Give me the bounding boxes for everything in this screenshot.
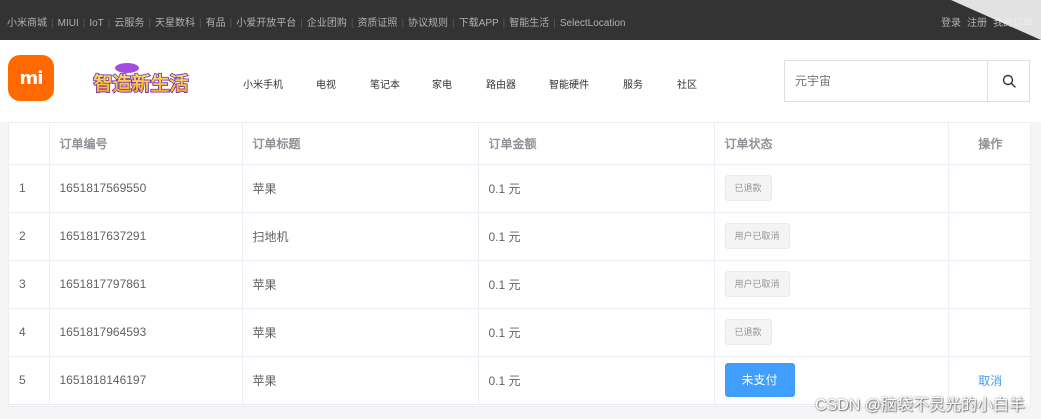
table-row: 2 1651817637291 扫地机 0.1 元用户已取消 [9,212,1030,261]
watermark: CSDN @脑袋不灵光的小白羊 [814,397,1025,414]
top-bar-link[interactable]: 智能生活 [509,14,549,29]
top-bar-link[interactable]: 天星数科 [155,14,195,29]
order-amount: 0.1 元 [478,308,715,357]
top-bar-separator: | [452,18,455,29]
top-bar-separator: | [107,18,111,29]
row-index: 2 [9,212,50,261]
search-box [784,60,1030,102]
nav-item[interactable]: 社区 [677,76,697,91]
page-curl-decoration [951,0,1041,40]
top-bar-link[interactable]: 有品 [206,14,226,29]
status-badge: 用户已取消 [724,271,790,297]
top-bar: 小米商城 | MIUI | IoT | 云服务 | 天星数科 | 有品 | 小爱开放平台 | 企业团购 | 资质… [0,0,1041,40]
order-action-cell [948,212,1030,261]
top-bar-separator: | [553,18,556,29]
search-button[interactable] [987,61,1029,101]
row-index: 5 [9,356,50,405]
top-bar-link[interactable]: 小爱开放平台 [236,14,296,29]
order-number: 1651818146197 [49,356,243,405]
pay-button[interactable]: 未支付 [724,363,795,397]
top-bar-link[interactable]: SelectLocation [560,18,626,29]
top-bar-link[interactable]: IoT [89,18,103,29]
mi-logo[interactable]: mi [8,55,54,101]
promo-banner-text: 智造新生活 [93,72,188,95]
order-status-cell: 用户已取消 [714,260,949,309]
top-bar-separator: | [401,18,405,29]
col-header-title: 订单标题 [242,123,479,165]
status-badge: 已退款 [724,175,772,201]
promo-banner-logo[interactable]: 智造新生活 [93,60,189,100]
status-badge: 已退款 [724,319,772,345]
nav-item[interactable]: 服务 [623,76,643,91]
order-title: 苹果 [242,260,479,309]
order-status-cell: 用户已取消 [714,212,949,261]
top-bar-separator: | [300,18,303,29]
top-bar-separator: | [148,18,151,29]
top-bar-link[interactable]: 小米商城 [7,14,47,29]
top-bar-link[interactable]: 协议规则 [408,14,448,29]
table-header-row: 订单编号 订单标题 订单金额 订单状态 操作 [9,123,1030,165]
order-title: 扫地机 [242,212,479,261]
col-header-amount: 订单金额 [478,123,715,165]
order-status-cell: 已退款 [714,164,949,213]
order-amount: 0.1 元 [478,260,715,309]
status-badge: 用户已取消 [724,223,790,249]
orders-table-container: 订单编号 订单标题 订单金额 订单状态 操作 1 1651817569550 苹果 0… [8,122,1031,407]
top-bar-link[interactable]: 资质证照 [357,14,397,29]
order-amount: 0.1 元 [478,164,715,213]
col-header-action: 操作 [948,123,1030,165]
top-bar-link[interactable]: MIUI [58,18,79,29]
nav-item[interactable]: 路由器 [486,76,516,91]
top-bar-separator: | [82,18,86,29]
top-bar-link[interactable]: 下载APP [459,14,499,29]
nav-item[interactable]: 电视 [316,76,336,91]
top-bar-link[interactable]: 企业团购 [307,14,347,29]
nav-item[interactable]: 笔记本 [370,76,400,91]
search-icon [1002,74,1016,88]
row-index: 4 [9,308,50,357]
top-bar-separator: | [199,18,202,29]
order-action-cell [948,260,1030,309]
row-index: 1 [9,164,50,213]
order-action-cell [948,164,1030,213]
cancel-order-link[interactable]: 取消 [978,374,1002,388]
order-number: 1651817637291 [49,212,243,261]
orders-table: 订单编号 订单标题 订单金额 订单状态 操作 1 1651817569550 苹果 0… [9,123,1030,405]
top-bar-links: 小米商城 | MIUI | IoT | 云服务 | 天星数科 | 有品 | 小爱开放平台 | 企业团购 | 资质… [7,14,626,29]
nav-item[interactable]: 智能硬件 [549,76,589,91]
order-action-cell [948,308,1030,357]
order-number: 1651817964593 [49,308,243,357]
order-status-cell: 已退款 [714,308,949,357]
top-bar-separator: | [502,18,506,29]
nav-item[interactable]: 家电 [432,76,452,91]
table-row: 3 1651817797861 苹果 0.1 元用户已取消 [9,260,1030,309]
row-index: 3 [9,260,50,309]
nav-item[interactable]: 小米手机 [243,76,283,91]
site-header: mi 智造新生活 小米手机 电视 笔记本 家电 路由器 智能硬件 服务 社区 [0,40,1041,122]
search-input[interactable] [785,61,989,101]
order-title: 苹果 [242,164,479,213]
order-title: 苹果 [242,356,479,405]
order-number: 1651817797861 [49,260,243,309]
col-header-index [9,123,50,165]
order-amount: 0.1 元 [478,212,715,261]
top-bar-separator: | [51,18,54,29]
mi-logo-text: mi [19,67,44,89]
col-header-status: 订单状态 [714,123,949,165]
order-number: 1651817569550 [49,164,243,213]
table-row: 4 1651817964593 苹果 0.1 元已退款 [9,308,1030,357]
top-bar-separator: | [229,18,233,29]
table-row: 1 1651817569550 苹果 0.1 元已退款 [9,164,1030,213]
col-header-order-no: 订单编号 [49,123,243,165]
order-title: 苹果 [242,308,479,357]
order-amount: 0.1 元 [478,356,715,405]
top-bar-separator: | [350,18,354,29]
top-bar-link[interactable]: 云服务 [114,14,144,29]
